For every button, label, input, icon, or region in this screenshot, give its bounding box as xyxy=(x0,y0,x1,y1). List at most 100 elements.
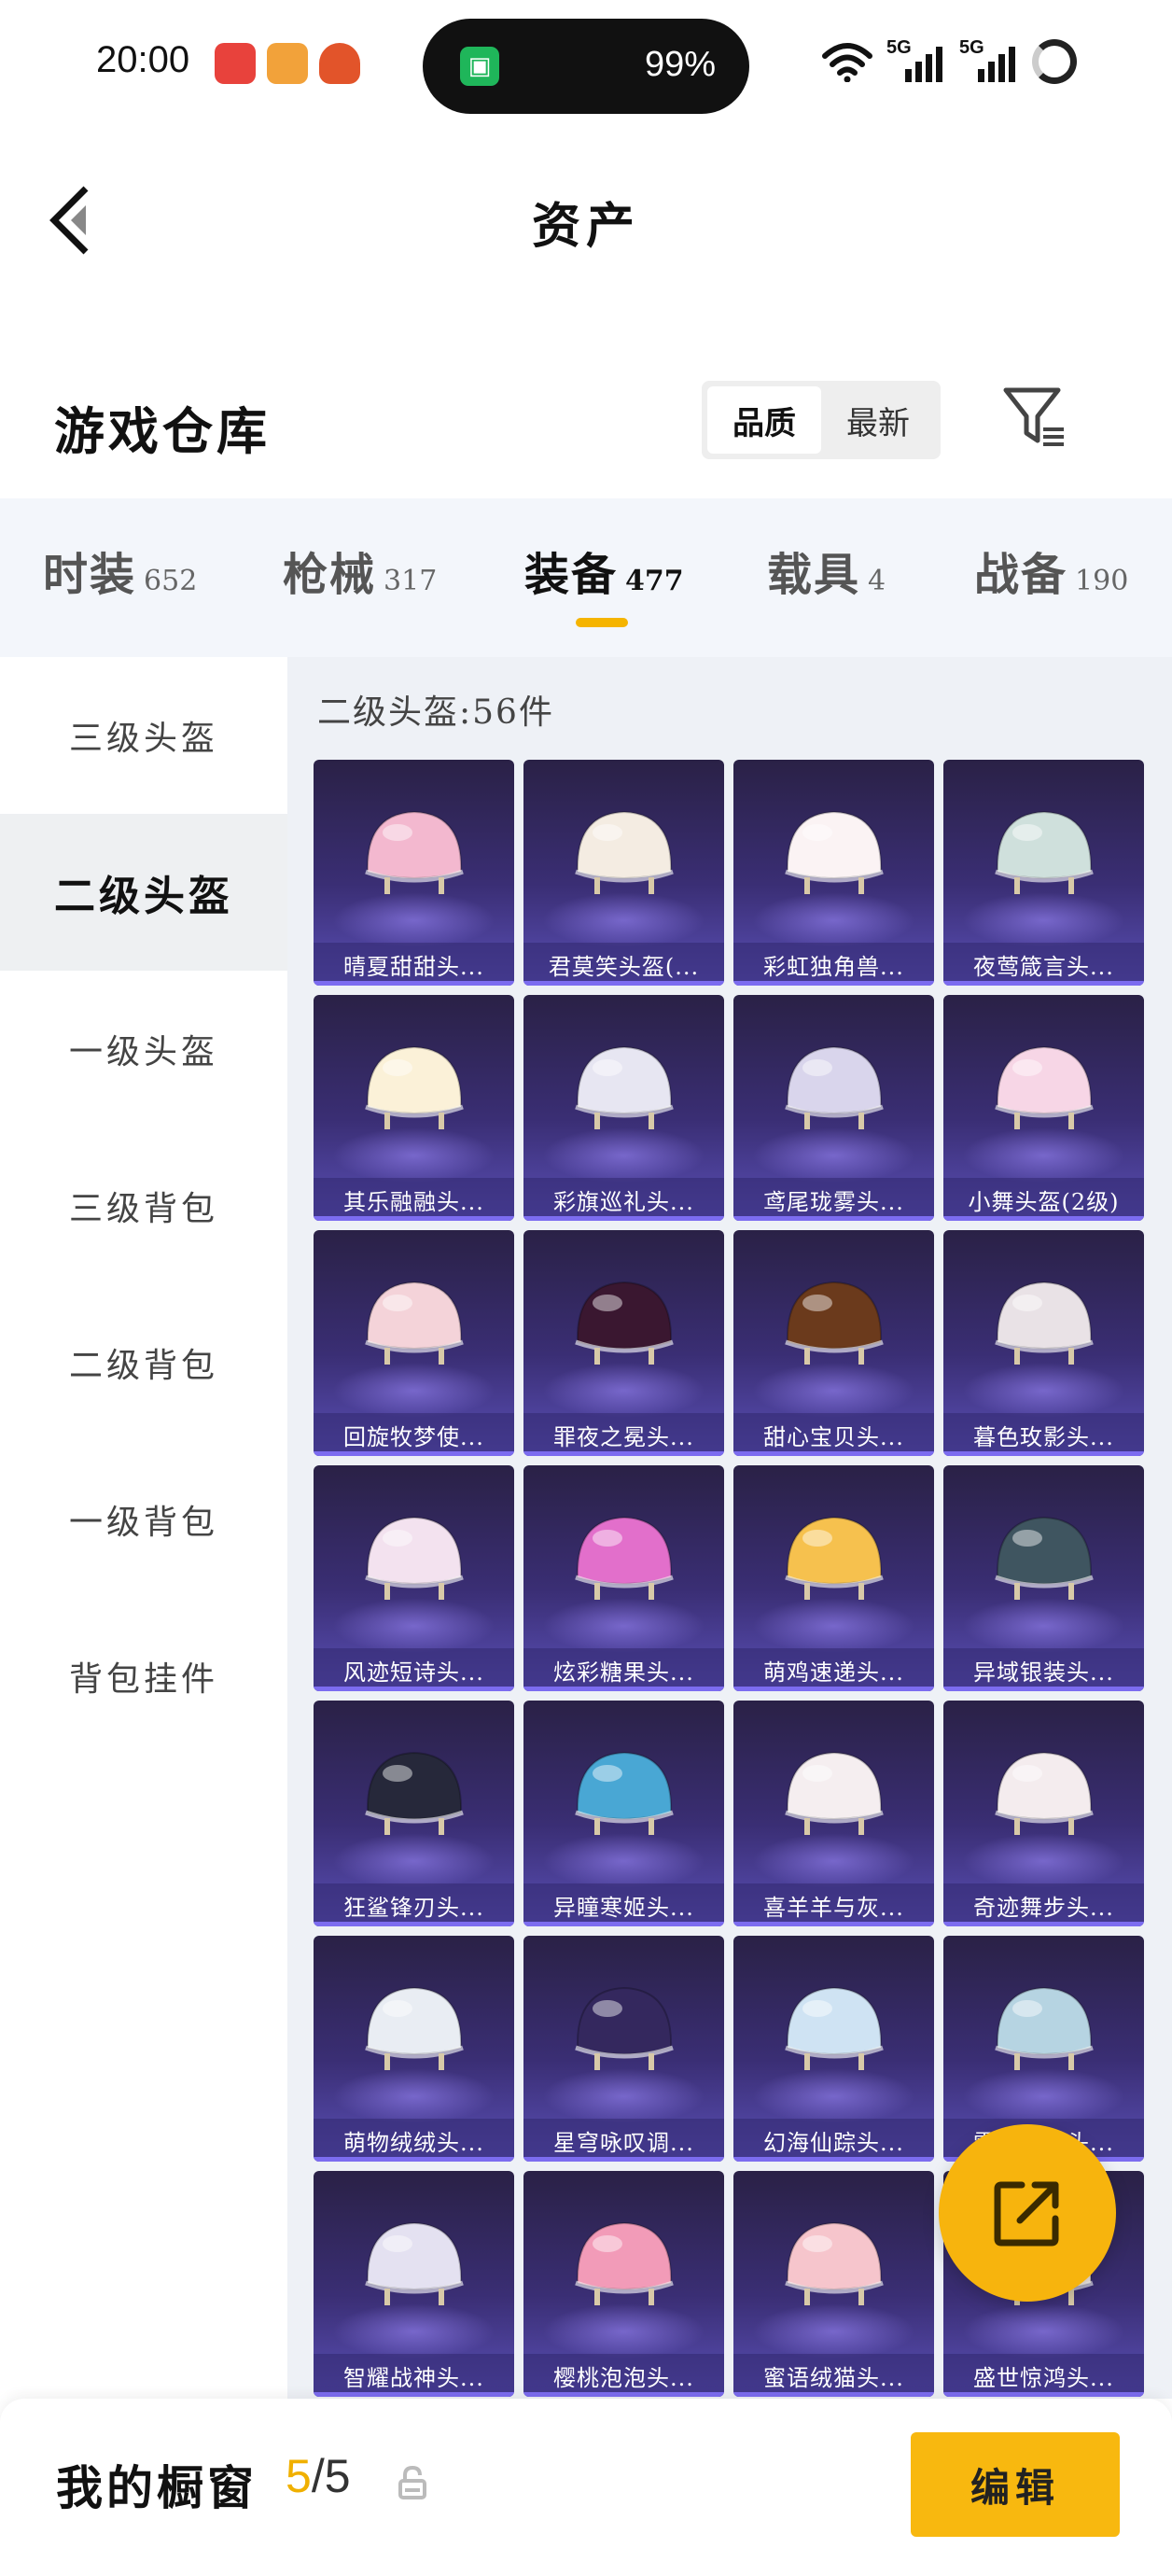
sort-toggle: 品质 最新 xyxy=(702,381,941,459)
tab-fashion[interactable]: 时装 652 xyxy=(43,538,197,603)
item-card[interactable]: 其乐融融头... xyxy=(314,995,514,1221)
rarity-bar xyxy=(523,1451,724,1456)
item-card[interactable]: 小舞头盔(2级) xyxy=(943,995,1144,1221)
tab-equipment[interactable]: 装备 477 xyxy=(524,538,684,603)
item-name: 狂鲨锋刃头... xyxy=(314,1883,514,1926)
rarity-bar xyxy=(314,1687,514,1691)
warehouse-header: 游戏仓库 品质 最新 xyxy=(0,373,1172,476)
item-name: 炫彩糖果头... xyxy=(523,1648,724,1691)
item-card[interactable]: 夜莺箴言头... xyxy=(943,760,1144,986)
tab-weapons[interactable]: 枪械 317 xyxy=(283,538,437,603)
lock-icon xyxy=(398,2465,426,2499)
tab-count: 4 xyxy=(868,565,886,597)
item-card[interactable]: 风迹短诗头... xyxy=(314,1465,514,1691)
helmet-icon xyxy=(995,1045,1094,1129)
rarity-bar xyxy=(943,1451,1144,1456)
status-indicators: 5G 5G xyxy=(821,37,1077,86)
helmet-icon xyxy=(785,1516,884,1600)
helmet-icon xyxy=(785,1986,884,2070)
helmet-icon xyxy=(575,1516,674,1600)
tab-label: 载具 xyxy=(767,549,861,601)
helmet-icon xyxy=(995,1281,1094,1365)
sort-quality-option[interactable]: 品质 xyxy=(707,386,821,454)
status-time: 20:00 xyxy=(96,39,190,80)
helmet-icon xyxy=(365,1045,464,1129)
item-card[interactable]: 喜羊羊与灰... xyxy=(733,1701,934,1926)
tab-label: 枪械 xyxy=(283,549,377,601)
tab-battle-gear[interactable]: 战备 190 xyxy=(974,538,1128,603)
rarity-bar xyxy=(523,2392,724,2397)
item-card[interactable]: 奇迹舞步头... xyxy=(943,1701,1144,1926)
item-card[interactable]: 甜心宝贝头... xyxy=(733,1230,934,1456)
helmet-icon xyxy=(575,810,674,894)
helmet-icon xyxy=(995,1516,1094,1600)
helmet-icon xyxy=(785,2221,884,2305)
sidebar-item-level1-helmet[interactable]: 一级头盔 xyxy=(0,971,287,1127)
item-card[interactable]: 彩旗巡礼头... xyxy=(523,995,724,1221)
item-card[interactable]: 萌物绒绒头... xyxy=(314,1936,514,2162)
sidebar-item-level3-backpack[interactable]: 三级背包 xyxy=(0,1127,287,1284)
item-card[interactable]: 罪夜之冕头... xyxy=(523,1230,724,1456)
item-name: 智耀战神头... xyxy=(314,2354,514,2397)
rarity-bar xyxy=(943,1687,1144,1691)
item-card[interactable]: 星穹咏叹调... xyxy=(523,1936,724,2162)
tab-label: 战备 xyxy=(974,549,1068,601)
sidebar-item-backpack-charm[interactable]: 背包挂件 xyxy=(0,1598,287,1755)
sidebar-item-level3-helmet[interactable]: 三级头盔 xyxy=(0,657,287,814)
rarity-bar xyxy=(733,2392,934,2397)
rarity-bar xyxy=(943,1922,1144,1926)
helmet-icon xyxy=(785,810,884,894)
sidebar-item-level1-backpack[interactable]: 一级背包 xyxy=(0,1441,287,1598)
battery-level: 99% xyxy=(644,45,716,84)
tab-vehicles[interactable]: 载具 4 xyxy=(767,538,886,603)
item-name: 异域银装头... xyxy=(943,1648,1144,1691)
helmet-icon xyxy=(785,1045,884,1129)
item-card[interactable]: 幻海仙踪头... xyxy=(733,1936,934,2162)
item-card[interactable]: 鸢尾珑雾头... xyxy=(733,995,934,1221)
item-card[interactable]: 蜜语绒猫头... xyxy=(733,2171,934,2397)
item-name: 星穹咏叹调... xyxy=(523,2119,724,2162)
rarity-bar xyxy=(314,2157,514,2162)
rarity-bar xyxy=(733,981,934,986)
item-name: 甜心宝贝头... xyxy=(733,1413,934,1456)
item-card[interactable]: 君莫笑头盔(... xyxy=(523,760,724,986)
sidebar-item-level2-backpack[interactable]: 二级背包 xyxy=(0,1284,287,1441)
item-name: 小舞头盔(2级) xyxy=(943,1178,1144,1221)
item-card[interactable]: 智耀战神头... xyxy=(314,2171,514,2397)
item-name: 喜羊羊与灰... xyxy=(733,1883,934,1926)
page-title: 资产 xyxy=(531,198,640,255)
item-card[interactable]: 异瞳寒姬头... xyxy=(523,1701,724,1926)
app-notification-icon xyxy=(267,43,308,84)
showcase-label: 我的橱窗 xyxy=(56,2460,258,2515)
sort-newest-option[interactable]: 最新 xyxy=(821,386,935,454)
sidebar-item-level2-helmet[interactable]: 二级头盔 xyxy=(0,814,287,971)
edit-button[interactable]: 编辑 xyxy=(911,2432,1120,2537)
item-card[interactable]: 狂鲨锋刃头... xyxy=(314,1701,514,1926)
item-card[interactable]: 暮色玫影头... xyxy=(943,1230,1144,1456)
rarity-bar xyxy=(733,1451,934,1456)
item-name: 蜜语绒猫头... xyxy=(733,2354,934,2397)
subcategory-sidebar: 三级头盔 二级头盔 一级头盔 三级背包 二级背包 一级背包 背包挂件 xyxy=(0,657,287,2399)
helmet-icon xyxy=(995,810,1094,894)
helmet-icon xyxy=(365,1281,464,1365)
notification-icons xyxy=(215,43,360,84)
item-card[interactable]: 晴夏甜甜头... xyxy=(314,760,514,986)
status-bar: 20:00 ▣ 99% 5G 5G xyxy=(0,0,1172,131)
tab-count: 317 xyxy=(384,565,438,597)
item-name: 回旋牧梦使... xyxy=(314,1413,514,1456)
rarity-bar xyxy=(523,981,724,986)
item-name: 彩虹独角兽... xyxy=(733,943,934,986)
item-name: 风迹短诗头... xyxy=(314,1648,514,1691)
item-card[interactable]: 樱桃泡泡头... xyxy=(523,2171,724,2397)
item-card[interactable]: 异域银装头... xyxy=(943,1465,1144,1691)
category-tabs: 时装 652 枪械 317 装备 477 载具 4 战备 190 xyxy=(0,498,1172,657)
item-card[interactable]: 炫彩糖果头... xyxy=(523,1465,724,1691)
helmet-icon xyxy=(575,2221,674,2305)
share-button[interactable] xyxy=(939,2124,1116,2302)
item-card[interactable]: 萌鸡速递头... xyxy=(733,1465,934,1691)
helmet-icon xyxy=(575,1751,674,1835)
item-card[interactable]: 彩虹独角兽... xyxy=(733,760,934,986)
item-card[interactable]: 回旋牧梦使... xyxy=(314,1230,514,1456)
app-notification-icon xyxy=(319,43,360,84)
filter-button[interactable] xyxy=(1000,383,1071,454)
